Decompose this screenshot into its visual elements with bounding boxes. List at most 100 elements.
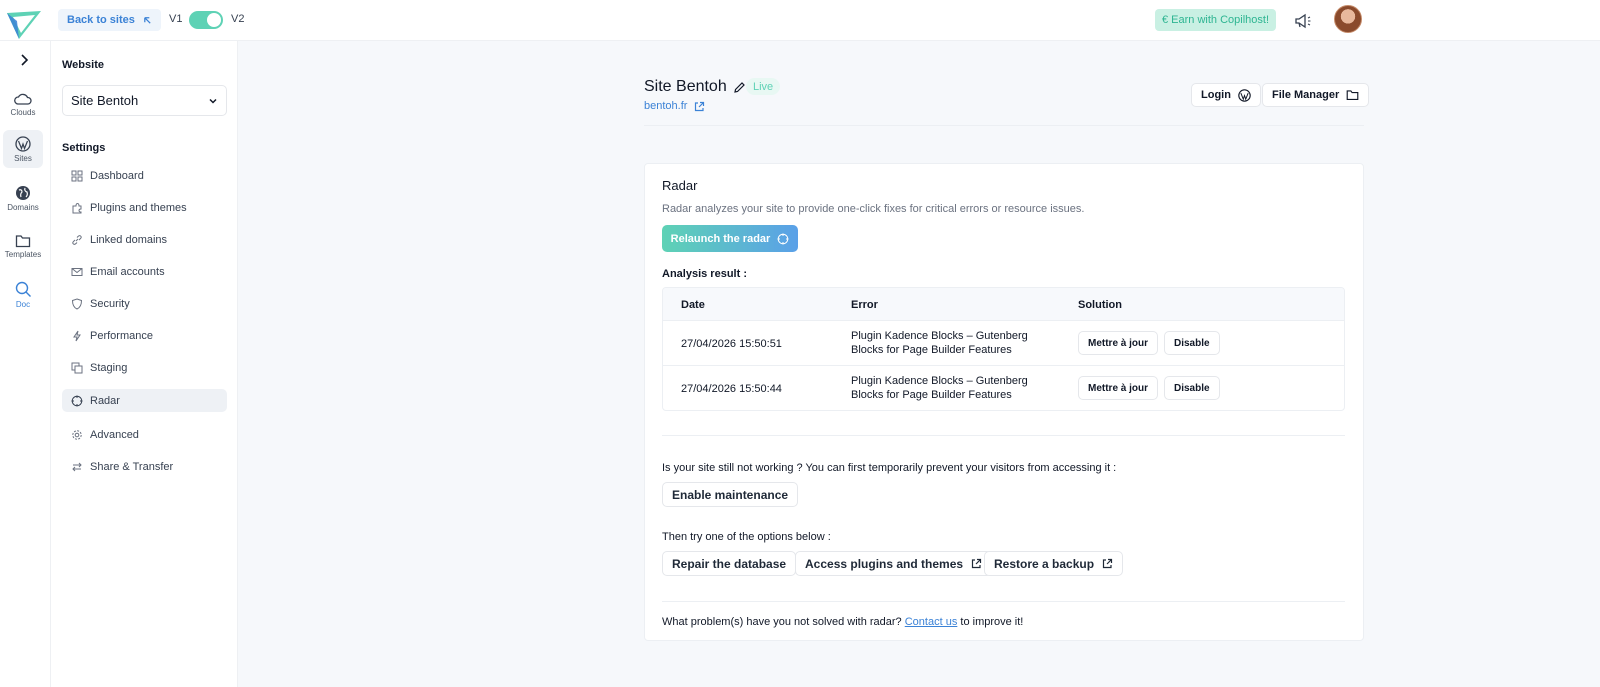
- sidebar-item-staging[interactable]: Staging: [62, 356, 227, 379]
- disable-button[interactable]: Disable: [1164, 331, 1220, 355]
- sidebar-item-security[interactable]: Security: [62, 292, 227, 315]
- rail-label: Clouds: [10, 107, 36, 117]
- row-error: Plugin Kadence Blocks – Gutenberg Blocks…: [851, 374, 1051, 402]
- column-solution: Solution: [1078, 299, 1122, 311]
- earn-button[interactable]: € Earn with Copilhost!: [1155, 9, 1276, 31]
- sidebar-item-label: Performance: [90, 329, 153, 342]
- status-badge: Live: [746, 78, 781, 95]
- sidebar-item-email-accounts[interactable]: Email accounts: [62, 260, 227, 283]
- update-button[interactable]: Mettre à jour: [1078, 376, 1159, 400]
- table-row: 27/04/2026 15:50:44 Plugin Kadence Block…: [663, 366, 1344, 410]
- analysis-table: Date Error Solution 27/04/2026 15:50:51 …: [662, 287, 1345, 411]
- topbar: Back to sites V1 V2 € Earn with Copilhos…: [0, 0, 1600, 41]
- version-toggle[interactable]: [189, 11, 223, 29]
- column-date: Date: [681, 299, 705, 311]
- back-to-sites-button[interactable]: Back to sites: [58, 9, 161, 31]
- copilhost-logo-icon[interactable]: [5, 9, 43, 41]
- table-header: Date Error Solution: [663, 288, 1344, 321]
- folder-icon: [15, 234, 31, 247]
- sidebar-item-radar[interactable]: Radar: [62, 389, 227, 412]
- feedback-suffix: to improve it!: [960, 616, 1024, 628]
- radar-description: Radar analyzes your site to provide one-…: [662, 203, 1085, 215]
- relaunch-label: Relaunch the radar: [670, 232, 771, 245]
- site-url-text: bentoh.fr: [644, 100, 688, 112]
- section-divider: [662, 601, 1345, 602]
- chevron-down-icon: [209, 98, 217, 104]
- external-link-icon: [695, 101, 705, 111]
- sidebar-item-performance[interactable]: Performance: [62, 324, 227, 347]
- sidebar-item-share-transfer[interactable]: Share & Transfer: [62, 455, 227, 478]
- globe-icon: [16, 185, 30, 200]
- rail-label: Doc: [15, 300, 31, 309]
- rail-item-doc[interactable]: Doc: [3, 276, 43, 314]
- analysis-result-label: Analysis result :: [662, 268, 747, 280]
- rail-item-domains[interactable]: Domains: [3, 179, 43, 217]
- column-error: Error: [851, 299, 878, 311]
- external-link-icon: [1102, 558, 1113, 569]
- left-rail: Clouds Sites Domains Templates Doc: [0, 41, 51, 687]
- chevron-right-icon[interactable]: [17, 53, 31, 67]
- sidebar-item-plugins[interactable]: Plugins and themes: [62, 196, 227, 219]
- puzzle-icon: [72, 202, 82, 213]
- rail-label: Sites: [14, 153, 32, 163]
- gear-icon: [72, 429, 82, 440]
- site-url-link[interactable]: bentoh.fr: [644, 100, 705, 112]
- sidebar-item-label: Plugins and themes: [90, 201, 187, 214]
- rail-item-templates[interactable]: Templates: [3, 227, 43, 265]
- sidebar-item-linked-domains[interactable]: Linked domains: [62, 228, 227, 251]
- megaphone-icon[interactable]: [1293, 11, 1313, 31]
- radar-icon: [71, 395, 83, 406]
- radar-icon: [777, 233, 789, 244]
- row-date: 27/04/2026 15:50:51: [681, 338, 782, 350]
- folder-icon: [1346, 90, 1359, 101]
- row-error-line: Blocks for Page Builder Features: [851, 389, 1012, 401]
- enable-maintenance-button[interactable]: Enable maintenance: [662, 482, 799, 507]
- mail-icon: [71, 267, 83, 276]
- section-divider: [662, 435, 1345, 436]
- site-select[interactable]: Site Bentoh: [62, 85, 227, 116]
- link-icon: [72, 234, 82, 245]
- repair-database-button[interactable]: Repair the database: [662, 551, 797, 576]
- feedback-text: What problem(s) have you not solved with…: [662, 616, 1023, 628]
- rail-label: Domains: [7, 202, 39, 212]
- site-select-value: Site Bentoh: [71, 93, 139, 108]
- wordpress-icon: [1238, 88, 1251, 102]
- website-heading: Website: [62, 59, 104, 71]
- site-title: Site Bentoh: [644, 78, 746, 96]
- sidebar-item-label: Email accounts: [90, 265, 165, 278]
- update-button[interactable]: Mettre à jour: [1078, 331, 1159, 355]
- copy-icon: [71, 362, 83, 373]
- cloud-icon: [14, 93, 32, 105]
- rail-label: Templates: [4, 249, 42, 259]
- settings-sidebar: Website Site Bentoh Settings Dashboard P…: [51, 41, 238, 687]
- login-button[interactable]: Login: [1191, 83, 1261, 107]
- sidebar-item-dashboard[interactable]: Dashboard: [62, 164, 227, 187]
- access-plugins-button[interactable]: Access plugins and themes: [795, 551, 993, 576]
- file-manager-button[interactable]: File Manager: [1262, 83, 1370, 107]
- rail-item-sites[interactable]: Sites: [3, 130, 43, 168]
- file-manager-label: File Manager: [1272, 89, 1340, 101]
- toggle-knob: [207, 13, 221, 27]
- disable-button[interactable]: Disable: [1164, 376, 1220, 400]
- v2-label: V2: [231, 13, 245, 25]
- feedback-prefix: What problem(s) have you not solved with…: [662, 616, 902, 628]
- sidebar-item-label: Advanced: [90, 428, 139, 441]
- relaunch-radar-button[interactable]: Relaunch the radar: [662, 225, 798, 252]
- radar-card: Radar Radar analyzes your site to provid…: [644, 163, 1364, 641]
- dashboard-icon: [71, 170, 83, 181]
- pencil-icon[interactable]: [733, 81, 746, 94]
- contact-us-link[interactable]: Contact us: [905, 616, 958, 628]
- sidebar-item-advanced[interactable]: Advanced: [62, 423, 227, 446]
- radar-title: Radar: [662, 178, 698, 193]
- restore-label: Restore a backup: [994, 556, 1095, 571]
- transfer-icon: [72, 462, 82, 471]
- rail-item-clouds[interactable]: Clouds: [3, 85, 43, 123]
- back-to-sites-label: Back to sites: [67, 14, 135, 26]
- sidebar-item-label: Security: [90, 297, 130, 310]
- user-avatar[interactable]: [1334, 5, 1362, 33]
- row-error-line: Blocks for Page Builder Features: [851, 344, 1012, 356]
- restore-backup-button[interactable]: Restore a backup: [984, 551, 1124, 576]
- login-label: Login: [1201, 89, 1231, 101]
- row-date: 27/04/2026 15:50:44: [681, 383, 782, 395]
- shield-icon: [71, 297, 83, 310]
